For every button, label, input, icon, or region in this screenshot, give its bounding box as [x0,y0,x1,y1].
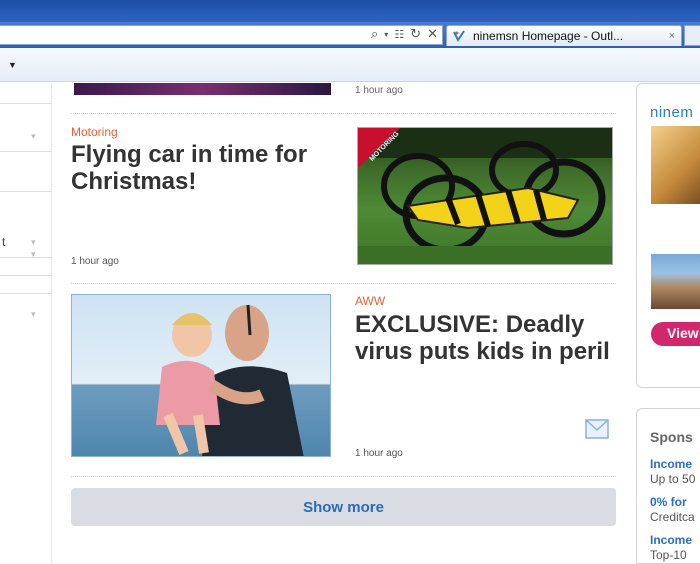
window-titlebar [0,0,700,22]
address-bar[interactable]: ⌕ ▾ ☷ ↻ ✕ [0,25,443,45]
search-icon[interactable]: ⌕ [371,27,378,42]
sidebar-divider [0,191,52,192]
sidebar-item-label[interactable]: t [2,235,5,249]
article-time: 1 hour ago [355,85,403,96]
sponsored-link[interactable]: Income [650,533,692,547]
hotel-ad[interactable]: ninem View [636,83,700,388]
new-tab-button[interactable] [684,25,700,46]
sidebar-divider [0,103,52,104]
sidebar-divider [0,275,52,276]
flying-car-image[interactable]: MOTORING [357,127,613,265]
show-more-button[interactable]: Show more [71,488,616,526]
ninemsn-favicon-icon [453,30,465,42]
stop-icon[interactable]: ✕ [427,27,438,42]
compat-icon[interactable]: ☷ [394,28,404,41]
chevron-down-icon[interactable]: ▾ [31,237,36,248]
flying-car-drawing: MOTORING [358,128,612,264]
tab-title: ninemsn Homepage - Outl... [473,29,624,43]
sponsored-heading: Spons [650,429,693,445]
sponsored-link[interactable]: 0% for [650,495,687,509]
article-headline[interactable]: Flying car in time for Christmas! [71,141,341,195]
article-category[interactable]: Motoring [71,125,118,139]
sponsored-text: Top-10 [650,548,687,562]
sidebar-divider [0,151,52,152]
view-button[interactable]: View [651,322,700,346]
article-category[interactable]: AWW [355,294,385,308]
father-child-drawing [156,304,304,456]
refresh-icon[interactable]: ↻ [410,27,421,42]
sponsored-links: Spons Income Up to 50 0% for Creditca In… [636,408,700,564]
tab-ninemsn[interactable]: ninemsn Homepage - Outl... × [446,25,682,46]
chevron-down-icon[interactable]: ▼ [8,60,17,70]
right-sidebar: ninem View Spons Income Up to 50 0% for … [636,83,700,564]
chevron-down-icon[interactable]: ▾ [31,131,36,142]
sponsored-link[interactable]: Income [650,457,692,471]
article-time: 1 hour ago [355,448,403,459]
tab-close-icon[interactable]: × [669,30,675,42]
hotel-pool-image[interactable] [651,254,700,309]
sponsored-text: Up to 50 [650,472,696,486]
mail-icon[interactable] [585,419,609,439]
chevron-down-icon[interactable]: ▾ [31,249,36,260]
news-feed: 1 hour ago Motoring Flying car in time f… [71,83,616,564]
divider [71,476,616,477]
ninemsn-logo[interactable]: ninem [650,104,693,121]
father-child-image[interactable] [71,294,331,457]
divider [71,113,616,114]
sidebar-divider [0,257,52,258]
command-bar: ▼ [0,48,700,82]
sponsored-text: Creditca [650,510,695,524]
dropdown-icon[interactable]: ▾ [384,30,388,39]
chevron-down-icon[interactable]: ▾ [31,309,36,320]
previous-article-image[interactable] [74,83,331,95]
left-sidebar: ▾ t ▾ ▾ ▾ [0,83,52,564]
hotel-room-image[interactable] [651,126,700,204]
article-time: 1 hour ago [71,256,119,267]
divider [71,283,616,284]
sidebar-divider [0,293,52,294]
article-headline[interactable]: EXCLUSIVE: Deadly virus puts kids in per… [355,311,613,365]
